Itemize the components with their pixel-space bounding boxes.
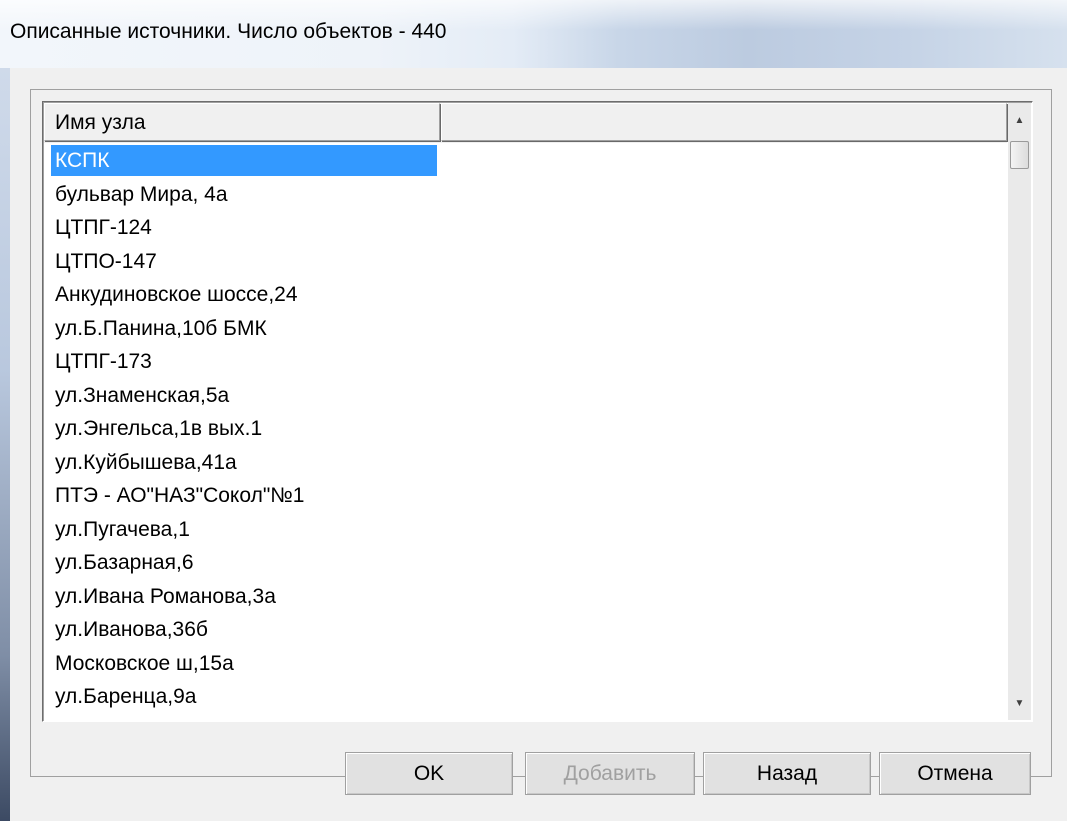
ok-button[interactable]: OK [345,752,513,795]
scroll-thumb[interactable] [1010,141,1029,169]
list-item-label: ПТЭ - АО"НАЗ"Сокол"№1 [55,484,305,507]
list-item[interactable]: ул.Б.Панина,10б БМК [51,313,1001,347]
list-item-label: Анкудиновское шоссе,24 [55,283,298,306]
list-item[interactable]: ул.Куйбышева,41а [51,447,1001,481]
list-item-label: ул.Пугачева,1 [55,517,190,541]
list-item-label: ЦТПГ-173 [55,350,152,373]
list-item-label: ул.Баренца,9а [55,685,197,708]
scroll-down-button[interactable]: ▼ [1008,686,1031,720]
scroll-up-button[interactable]: ▲ [1008,103,1031,137]
list-item[interactable]: бульвар Мира, 4а [51,179,1001,213]
add-button[interactable]: Добавить [525,752,695,795]
window-title: Описанные источники. Число объектов - 44… [10,20,447,43]
triangle-down-icon: ▼ [1014,697,1025,709]
node-list-view[interactable]: Имя узла КСПК бульвар Мира, 4а ЦТПГ-124 ЦТП… [42,101,1033,722]
triangle-up-icon: ▲ [1014,114,1025,126]
list-item[interactable]: ЦТПГ-173 [51,346,1001,380]
list-item[interactable]: ул.Иванова,36б [51,614,1001,648]
column-header-node-name[interactable]: Имя узла [44,103,440,141]
column-header-empty[interactable] [441,103,1007,141]
list-item-label: ЦТПО-147 [55,249,157,273]
vertical-scrollbar[interactable]: ▲ ▼ [1008,103,1031,720]
back-button[interactable]: Назад [703,752,871,795]
list-item[interactable]: КСПК [51,145,1001,179]
list-item-label: ул.Базарная,6 [55,551,194,574]
cancel-button[interactable]: Отмена [879,752,1031,795]
list-item[interactable]: ул.Базарная,6 [51,547,1001,581]
list-item[interactable]: ул.Знаменская,5а [51,380,1001,414]
list-item[interactable]: ЦТПО-147 [51,246,1001,280]
title-bar[interactable]: Описанные источники. Число объектов - 44… [0,0,1067,68]
dialog-window: Описанные источники. Число объектов - 44… [0,0,1067,821]
list-item-label: Московское ш,15а [55,651,234,675]
list-item-label: бульвар Мира, 4а [55,182,228,206]
list-item[interactable]: ПТЭ - АО"НАЗ"Сокол"№1 [51,480,1001,514]
list-item[interactable]: Московское ш,15а [51,648,1001,682]
list-rows: КСПК бульвар Мира, 4а ЦТПГ-124 ЦТПО-147 Анку… [51,145,1001,715]
list-item[interactable]: Анкудиновское шоссе,24 [51,279,1001,313]
list-item-label: ул.Б.Панина,10б БМК [55,316,267,340]
list-item-label: ул.Иванова,36б [55,618,208,641]
list-item[interactable]: ул.Баренца,9а [51,681,1001,715]
list-header: Имя узла [44,103,1007,143]
window-left-border [0,68,10,821]
list-item[interactable]: ул.Пугачева,1 [51,514,1001,548]
list-item[interactable]: ул.Ивана Романова,3а [51,581,1001,615]
list-item-label: ЦТПГ-124 [55,216,152,239]
list-item-label: ул.Куйбышева,41а [55,450,237,474]
list-item[interactable]: ул.Энгельса,1в вых.1 [51,413,1001,447]
list-item-label: ул.Знаменская,5а [55,383,230,407]
list-item-label: ул.Ивана Романова,3а [55,584,276,608]
list-item-label: КСПК [51,145,437,176]
list-item-label: ул.Энгельса,1в вых.1 [55,417,263,440]
list-item[interactable]: ЦТПГ-124 [51,212,1001,246]
